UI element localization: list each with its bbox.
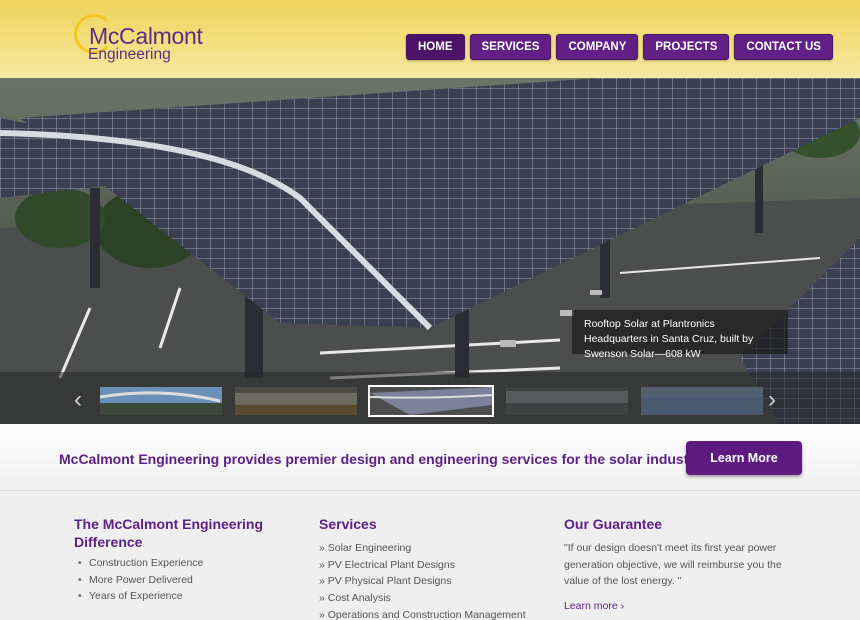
site-header: McCalmont Engineering HOME SERVICES COMP… <box>0 0 860 78</box>
services-section: Services » Solar Engineering » PV Electr… <box>319 515 549 620</box>
main-nav: HOME SERVICES COMPANY PROJECTS CONTACT U… <box>406 34 833 60</box>
difference-section: The McCalmont Engineering Difference Con… <box>74 515 274 605</box>
thumbnail-image <box>506 387 628 415</box>
thumbnail-2[interactable] <box>235 387 357 415</box>
service-link[interactable]: » Solar Engineering <box>319 540 549 557</box>
thumbnail-5[interactable] <box>641 387 763 415</box>
slide-caption: Rooftop Solar at Plantronics Headquarter… <box>572 310 788 360</box>
thumbnail-image <box>235 387 357 415</box>
difference-title: The McCalmont Engineering Difference <box>74 516 264 550</box>
guarantee-title: Our Guarantee <box>564 516 663 532</box>
nav-contact-us[interactable]: CONTACT US <box>734 34 833 60</box>
chevron-left-icon[interactable]: ‹ <box>74 388 82 412</box>
guarantee-text: "If our design doesn't meet its first ye… <box>564 542 782 587</box>
nav-home[interactable]: HOME <box>406 34 465 60</box>
chevron-right-icon[interactable]: › <box>768 388 776 412</box>
difference-list: Construction Experience More Power Deliv… <box>74 555 274 605</box>
nav-projects[interactable]: PROJECTS <box>643 34 730 60</box>
services-title: Services <box>319 516 377 532</box>
thumbnail-image <box>370 387 492 415</box>
thumbnail-4[interactable] <box>506 387 628 415</box>
service-link[interactable]: » PV Electrical Plant Designs <box>319 557 549 574</box>
learn-more-button[interactable]: Learn More <box>686 441 802 475</box>
tagline-banner: McCalmont Engineering provides premier d… <box>0 424 860 491</box>
company-logo[interactable]: McCalmont Engineering <box>74 12 224 63</box>
service-link[interactable]: » PV Physical Plant Designs <box>319 573 549 590</box>
list-item: Years of Experience <box>74 588 274 605</box>
thumbnail-3[interactable] <box>368 385 494 417</box>
nav-services[interactable]: SERVICES <box>469 34 552 60</box>
tagline-text: McCalmont Engineering provides premier d… <box>59 451 705 467</box>
thumbnail-1[interactable] <box>100 387 222 415</box>
thumbnail-image <box>641 387 763 415</box>
services-list: » Solar Engineering » PV Electrical Plan… <box>319 540 549 620</box>
nav-company[interactable]: COMPANY <box>556 34 639 60</box>
list-item: Construction Experience <box>74 555 274 572</box>
guarantee-section: Our Guarantee "If our design doesn't mee… <box>564 515 794 612</box>
list-item: More Power Delivered <box>74 572 274 589</box>
service-link[interactable]: » Cost Analysis <box>319 590 549 607</box>
logo-text-line2: Engineering <box>88 46 171 63</box>
thumbnail-image <box>100 387 222 415</box>
guarantee-learn-more-link[interactable]: Learn more › <box>564 600 794 612</box>
service-link[interactable]: » Operations and Construction Management <box>319 607 549 620</box>
